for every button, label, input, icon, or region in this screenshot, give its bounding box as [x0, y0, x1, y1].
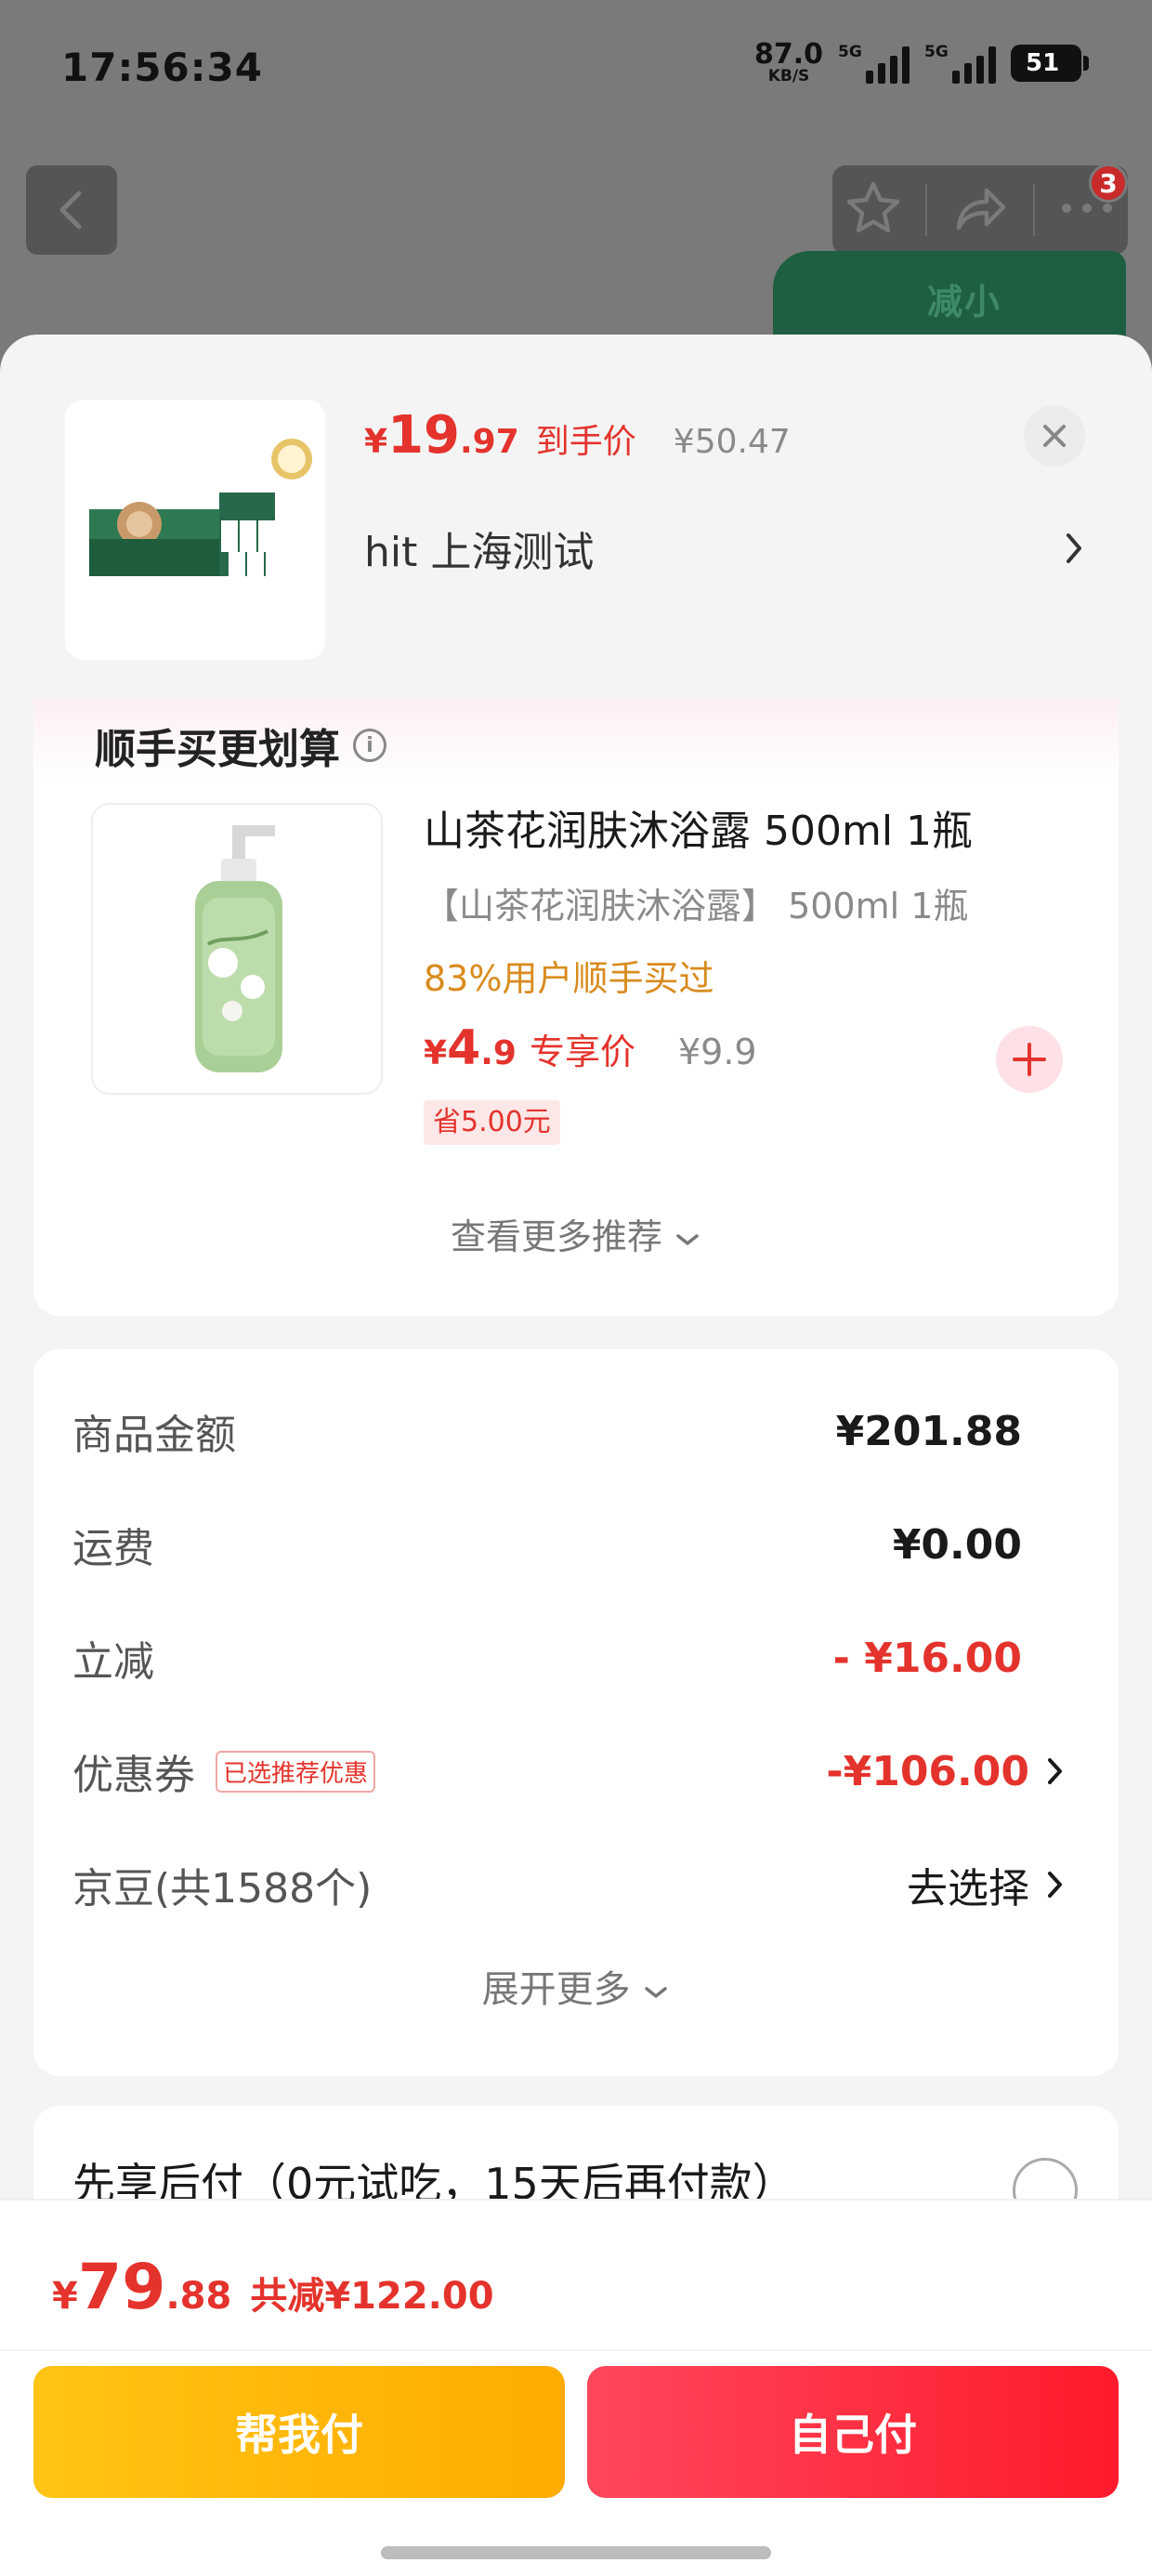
more-recommendations-button[interactable]: 查看更多推荐: [33, 1208, 1119, 1259]
addon-original-price: ¥9.9: [678, 1032, 757, 1072]
coupon-tag: 已选推荐优惠: [216, 1750, 376, 1793]
total-price: ¥ 79 .88 共减¥122.00: [52, 2251, 494, 2324]
chevron-right-icon: [1048, 1872, 1062, 1898]
battery-level: 51: [1026, 48, 1060, 77]
cost-row-value: -¥106.00: [826, 1747, 1029, 1795]
cost-row-value: - ¥16.00: [832, 1634, 1022, 1682]
cost-row-subtotal: 商品金额 ¥201.88: [72, 1394, 1067, 1468]
checkout-footer: ¥ 79 .88 共减¥122.00 帮我付 自己付: [0, 2199, 1152, 2576]
total-decimal: .88: [165, 2275, 232, 2318]
addon-product-name[interactable]: 山茶花润肤沐浴露 500ml 1瓶: [424, 797, 973, 857]
addon-save-tag: 省5.00元: [424, 1100, 560, 1145]
product-thumbnail: [65, 400, 325, 660]
home-indicator[interactable]: [381, 2546, 771, 2559]
price-decimal: .97: [460, 423, 519, 461]
nav-actions: [832, 165, 1128, 255]
cost-row-value-wrap: 去选择: [907, 1855, 1067, 1914]
expand-more-label: 展开更多: [481, 1968, 631, 2011]
cost-row-label: 商品金额: [72, 1412, 236, 1459]
addon-price-label: 专享价: [529, 1032, 635, 1072]
notification-badge: 3: [1089, 164, 1128, 203]
addon-currency: ¥: [424, 1034, 448, 1072]
addon-title-text: 顺手买更划算: [95, 726, 340, 773]
cost-row-label: 立减: [72, 1638, 154, 1686]
star-icon: [846, 181, 900, 233]
close-button[interactable]: [1024, 405, 1085, 467]
cost-row-value: ¥0.00: [892, 1520, 1022, 1569]
share-icon: [956, 188, 1006, 230]
add-addon-button[interactable]: [996, 1026, 1063, 1093]
cost-row-label: 京豆(共1588个): [72, 1865, 373, 1912]
cost-row-instant-discount: 立减 - ¥16.00: [72, 1621, 1067, 1695]
status-bar: 17:56:34 87.0 KB/S 5G 5G 51: [0, 0, 1152, 139]
addon-section-title: 顺手买更划算 i: [95, 716, 386, 775]
share-button[interactable]: [951, 179, 1009, 241]
address-text: hit 上海测试: [364, 529, 595, 576]
addon-recommendation-card: 顺手买更划算 i 山茶花润肤沐浴露 500ml 1瓶 【山茶花润肤沐浴露】 50…: [33, 699, 1119, 1316]
close-icon: [1043, 425, 1066, 447]
cost-row-coupon[interactable]: 优惠券 已选推荐优惠 -¥106.00: [72, 1734, 1067, 1808]
checkout-sheet: ¥ 19 .97 到手价 ¥50.47 hit 上海测试 顺手买更划算 i 山茶…: [0, 335, 1152, 2576]
cost-row-label-wrap: 优惠券 已选推荐优惠: [72, 1741, 376, 1801]
plus-icon: [1013, 1043, 1046, 1076]
pay-myself-button[interactable]: 自己付: [587, 2366, 1119, 2498]
battery-icon: 51: [1011, 44, 1089, 82]
addon-product-spec: 【山茶花润肤沐浴露】 500ml 1瓶: [424, 886, 969, 927]
signal-type: 5G: [924, 42, 949, 61]
price-currency: ¥: [364, 423, 388, 461]
product-price: ¥ 19 .97 到手价 ¥50.47: [364, 405, 791, 466]
status-indicators: 87.0 KB/S 5G 5G 51: [754, 41, 1089, 85]
net-speed-value: 87.0: [753, 38, 823, 71]
signal-type: 5G: [838, 42, 862, 61]
addon-price-integer: 4: [447, 1020, 481, 1076]
cost-row-value: 去选择: [907, 1865, 1029, 1912]
chevron-right-icon: [1067, 533, 1081, 563]
info-icon[interactable]: i: [353, 729, 386, 762]
addon-price: ¥ 4 .9 专享价 ¥9.9: [424, 1020, 757, 1076]
promo-banner-text: 减小: [927, 282, 1002, 322]
favorite-button[interactable]: [844, 179, 902, 241]
signal-icon: 5G: [838, 43, 910, 84]
product-header: ¥ 19 .97 到手价 ¥50.47 hit 上海测试: [0, 335, 1152, 697]
signal-icon: 5G: [924, 43, 996, 84]
chevron-down-icon: [676, 1234, 699, 1245]
cost-row-value-wrap: -¥106.00: [826, 1748, 1067, 1795]
address-selector[interactable]: hit 上海测试: [364, 519, 1085, 578]
back-icon: [59, 191, 82, 230]
total-currency: ¥: [52, 2275, 78, 2318]
more-recommendations-label: 查看更多推荐: [450, 1216, 662, 1257]
price-label: 到手价: [535, 423, 636, 461]
chevron-right-icon: [1048, 1758, 1062, 1784]
cost-summary-card: 商品金额 ¥201.88 运费 ¥0.00 立减 - ¥16.00 优惠券 已选…: [33, 1349, 1119, 2076]
cost-row-label: 优惠券: [72, 1752, 195, 1799]
price-integer: 19: [387, 405, 460, 466]
original-price: ¥50.47: [673, 423, 791, 461]
back-button[interactable]: [26, 165, 117, 255]
net-speed: 87.0 KB/S: [754, 41, 823, 85]
status-time: 17:56:34: [61, 45, 263, 90]
addon-popularity: 83%用户顺手买过: [424, 958, 714, 999]
addon-product-image[interactable]: [91, 803, 383, 1095]
net-speed-unit: KB/S: [767, 67, 810, 85]
total-integer: 79: [77, 2251, 166, 2324]
cost-row-label: 运费: [72, 1525, 154, 1572]
expand-more-button[interactable]: 展开更多: [33, 1959, 1119, 2013]
help-me-pay-button[interactable]: 帮我付: [33, 2366, 565, 2498]
chevron-down-icon: [645, 1987, 668, 1998]
cost-row-value: ¥201.88: [835, 1407, 1022, 1455]
addon-price-decimal: .9: [480, 1034, 517, 1072]
total-saved: 共减¥122.00: [250, 2275, 494, 2318]
cost-row-jingdou[interactable]: 京豆(共1588个) 去选择: [72, 1847, 1067, 1922]
cost-row-shipping: 运费 ¥0.00: [72, 1507, 1067, 1582]
